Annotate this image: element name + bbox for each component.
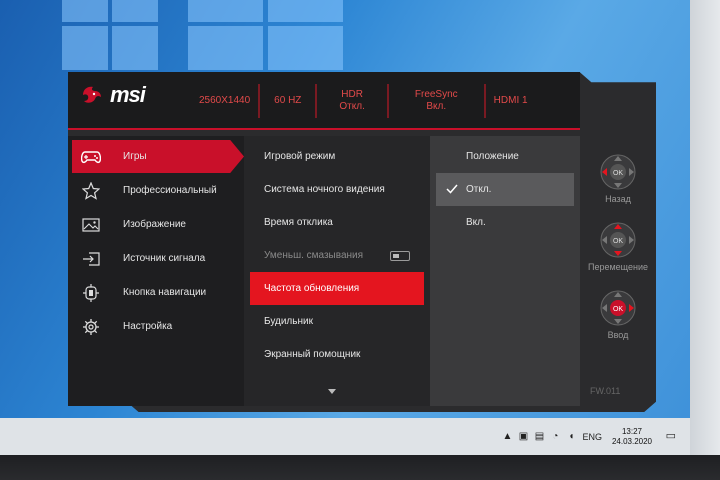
menu-item-settings[interactable]: Настройка xyxy=(68,310,244,343)
svg-text:OK: OK xyxy=(613,306,623,313)
submenu-alarm-clock[interactable]: Будильник xyxy=(244,305,430,338)
menu-item-label: Профессиональный xyxy=(123,185,217,196)
status-refresh-rate: 60 HZ xyxy=(258,84,315,118)
status-bar: 2560X1440 60 HZ HDR Откл. FreeSync Вкл. … xyxy=(191,84,536,118)
image-icon xyxy=(81,215,101,235)
nav-label-move: Перемещение xyxy=(588,262,648,272)
chevron-up-icon[interactable]: ▲ xyxy=(502,431,512,442)
star-icon xyxy=(81,181,101,201)
volume-icon[interactable]: ◖ xyxy=(566,431,576,442)
menu-item-gaming[interactable]: Игры xyxy=(72,140,244,173)
nav-hint-back: OK Назад xyxy=(580,152,656,204)
status-hdr: HDR Откл. xyxy=(315,84,386,118)
navigation-hints: OK Назад OK Перемещение OK Ввод xyxy=(580,72,656,412)
menu-item-label: Изображение xyxy=(123,219,186,230)
menu-item-label: Настройка xyxy=(123,321,173,332)
joystick-press-icon: OK xyxy=(598,288,638,328)
monitor-bezel xyxy=(690,0,720,455)
svg-text:OK: OK xyxy=(613,170,623,177)
scroll-down-icon[interactable] xyxy=(328,389,336,394)
language-indicator[interactable]: ENG xyxy=(582,432,602,442)
status-input: HDMI 1 xyxy=(483,84,536,118)
network-icon[interactable]: ▤ xyxy=(534,431,544,442)
menu-item-label: Источник сигнала xyxy=(123,253,206,264)
nav-hint-move: OK Перемещение xyxy=(580,220,656,272)
submenu-screen-assistance[interactable]: Экранный помощник xyxy=(244,338,430,371)
nav-hint-enter: OK Ввод xyxy=(580,288,656,340)
anti-motion-blur-toggle xyxy=(390,251,410,261)
nav-label-enter: Ввод xyxy=(607,330,629,340)
gaming-submenu: Игровой режим Система ночного видения Вр… xyxy=(244,136,430,406)
menu-item-image[interactable]: Изображение xyxy=(68,208,244,241)
submenu-refresh-rate[interactable]: Частота обновления xyxy=(250,272,424,305)
option-label: Откл. xyxy=(466,184,492,195)
submenu-anti-motion-blur: Уменьш. смазывания xyxy=(244,239,430,272)
submenu-night-vision[interactable]: Система ночного видения xyxy=(244,173,430,206)
osd-header: msi 2560X1440 60 HZ HDR Откл. FreeSync В… xyxy=(68,72,580,130)
menu-item-professional[interactable]: Профессиональный xyxy=(68,174,244,207)
submenu-game-mode[interactable]: Игровой режим xyxy=(244,140,430,173)
svg-text:OK: OK xyxy=(613,238,623,245)
clock[interactable]: 13:27 24.03.2020 xyxy=(612,427,652,447)
msi-logo: msi xyxy=(80,82,146,108)
submenu-response-time[interactable]: Время отклика xyxy=(244,206,430,239)
status-freesync: FreeSync Вкл. xyxy=(386,84,484,118)
checkmark-icon xyxy=(446,184,458,194)
menu-item-label: Игры xyxy=(123,151,147,162)
brand-name: msi xyxy=(110,82,146,107)
joystick-updown-icon: OK xyxy=(598,220,638,260)
option-heading-position[interactable]: Положение xyxy=(430,140,580,173)
menu-item-label: Кнопка навигации xyxy=(123,287,207,298)
clock-date: 24.03.2020 xyxy=(611,436,652,446)
submenu-item-label: Уменьш. смазывания xyxy=(264,250,364,261)
firmware-version: FW.011 xyxy=(590,386,621,396)
gamepad-icon xyxy=(81,147,101,167)
taskbar: ▲ ▣ ▤ ◔ ◖ ENG 13:27 24.03.2020 xyxy=(0,418,690,455)
system-tray: ▲ ▣ ▤ ◔ ◖ ENG 13:27 24.03.2020 xyxy=(502,427,652,447)
osd-menu: msi 2560X1440 60 HZ HDR Откл. FreeSync В… xyxy=(68,72,656,412)
wifi-icon[interactable]: ◔ xyxy=(550,431,560,442)
dragon-logo-icon xyxy=(83,86,101,103)
navigation-key-icon xyxy=(81,283,101,303)
clock-time: 13:27 xyxy=(621,426,642,436)
status-resolution: 2560X1440 xyxy=(199,95,251,106)
security-icon[interactable]: ▣ xyxy=(518,431,528,442)
menu-item-navi-key[interactable]: Кнопка навигации xyxy=(68,276,244,309)
option-off[interactable]: Откл. xyxy=(436,173,574,206)
gear-icon xyxy=(81,317,101,337)
monitor-bezel-bottom xyxy=(0,455,720,480)
main-menu: Игры Профессиональный Изображение Источн… xyxy=(68,136,244,406)
input-source-icon xyxy=(81,249,101,269)
option-on[interactable]: Вкл. xyxy=(430,206,580,239)
refresh-rate-options: Положение Откл. Вкл. xyxy=(430,136,580,406)
nav-label-back: Назад xyxy=(605,194,631,204)
joystick-left-icon: OK xyxy=(598,152,638,192)
menu-item-input-source[interactable]: Источник сигнала xyxy=(68,242,244,275)
notifications-icon[interactable]: ▭ xyxy=(666,429,676,442)
